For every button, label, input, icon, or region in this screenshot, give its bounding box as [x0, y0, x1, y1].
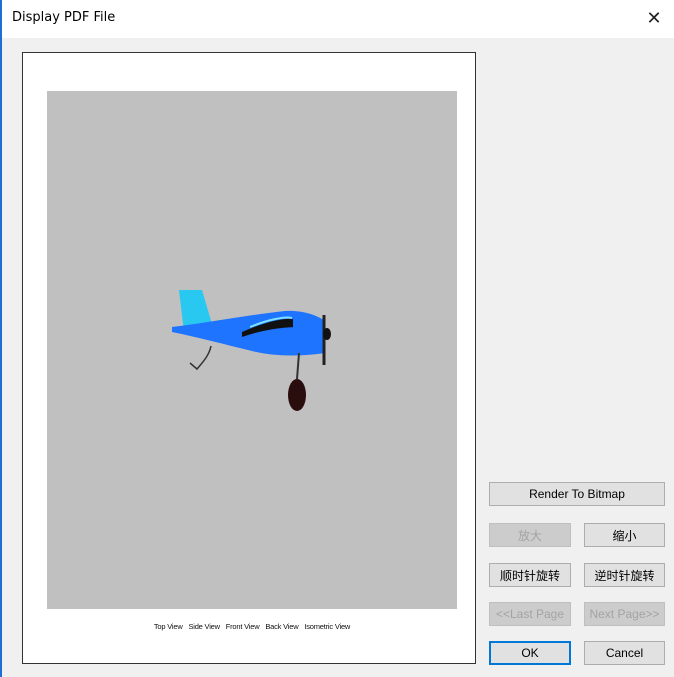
airplane-wheel [288, 379, 306, 411]
caption-side-view: Side View [188, 622, 220, 631]
caption-back-view: Back View [265, 622, 299, 631]
window-title: Display PDF File [12, 10, 116, 25]
title-bar[interactable]: Display PDF File ✕ [2, 0, 674, 38]
airplane-spinner [323, 328, 331, 340]
caption-top-view: Top View [153, 622, 183, 631]
window-left-border [0, 0, 2, 677]
caption-front-view: Front View [225, 622, 260, 631]
close-button[interactable]: ✕ [634, 0, 674, 38]
close-icon: ✕ [646, 8, 662, 29]
view-caption: Top View Side View Front View Back View … [47, 622, 457, 631]
zoom-out-button[interactable]: 缩小 [584, 523, 665, 547]
airplane-nose [293, 317, 323, 351]
rotate-clockwise-button[interactable]: 顺时针旋转 [489, 563, 571, 587]
pdf-viewer-panel[interactable]: Top View Side View Front View Back View … [22, 52, 476, 664]
pdf-dialog-window: Display PDF File ✕ Top View Side View Fr… [0, 0, 674, 677]
caption-isometric-view: Isometric View [304, 622, 351, 631]
render-to-bitmap-button[interactable]: Render To Bitmap [489, 482, 665, 506]
last-page-button[interactable]: <<Last Page [489, 602, 571, 626]
airplane-image [172, 290, 331, 411]
airplane-gear-strut [296, 352, 300, 380]
zoom-in-button[interactable]: 放大 [489, 523, 571, 547]
pdf-page-image [47, 91, 457, 609]
rotate-counterclockwise-button[interactable]: 逆时针旋转 [584, 563, 665, 587]
next-page-button[interactable]: Next Page>> [584, 602, 665, 626]
airplane-tail-skid [189, 345, 212, 371]
ok-button[interactable]: OK [489, 641, 571, 665]
cancel-button[interactable]: Cancel [584, 641, 665, 665]
